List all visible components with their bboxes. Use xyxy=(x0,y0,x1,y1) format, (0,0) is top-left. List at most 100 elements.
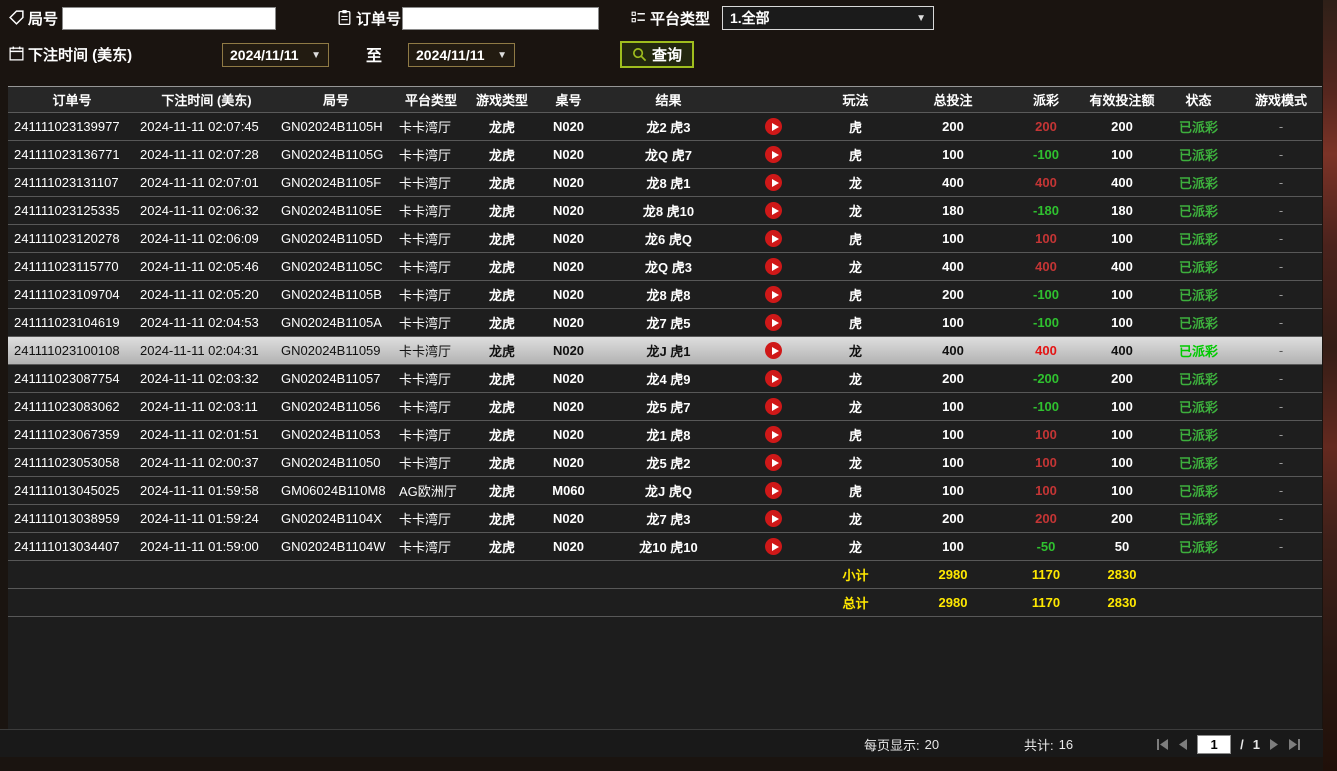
play-video-icon[interactable] xyxy=(765,398,782,415)
cell-game-mode: - xyxy=(1240,343,1322,358)
play-video-icon[interactable] xyxy=(765,370,782,387)
last-page-button[interactable] xyxy=(1288,739,1301,750)
table-row[interactable]: 241111023136771 2024-11-11 02:07:28 GN02… xyxy=(8,141,1322,169)
cell-game-type: 龙虎 xyxy=(467,257,537,276)
cell-valid-bet: 200 xyxy=(1087,371,1157,386)
table-row[interactable]: 241111023120278 2024-11-11 02:06:09 GN02… xyxy=(8,225,1322,253)
order-input[interactable] xyxy=(402,7,599,30)
cell-bet-time: 2024-11-11 01:59:24 xyxy=(136,511,277,526)
subtotal-payout: 1170 xyxy=(1005,567,1087,582)
round-label: 局号 xyxy=(28,8,58,29)
cell-platform: 卡卡湾厅 xyxy=(395,425,467,444)
col-header-payout: 派彩 xyxy=(1005,90,1087,109)
play-video-icon[interactable] xyxy=(765,314,782,331)
table-row[interactable]: 241111023104619 2024-11-11 02:04:53 GN02… xyxy=(8,309,1322,337)
cell-round-id: GN02024B1105D xyxy=(277,231,395,246)
play-video-icon[interactable] xyxy=(765,146,782,163)
cell-table-no: N020 xyxy=(537,259,600,274)
cell-payout: 100 xyxy=(1005,483,1087,498)
table-row[interactable]: 241111023067359 2024-11-11 02:01:51 GN02… xyxy=(8,421,1322,449)
cell-status: 已派彩 xyxy=(1157,425,1240,444)
table-row[interactable]: 241111013038959 2024-11-11 01:59:24 GN02… xyxy=(8,505,1322,533)
cell-total-bet: 400 xyxy=(901,175,1005,190)
table-row[interactable]: 241111023087754 2024-11-11 02:03:32 GN02… xyxy=(8,365,1322,393)
cell-total-bet: 100 xyxy=(901,539,1005,554)
cell-result: 龙1 虎8 xyxy=(600,425,737,444)
table-row[interactable]: 241111023053058 2024-11-11 02:00:37 GN02… xyxy=(8,449,1322,477)
table-row[interactable]: 241111023109704 2024-11-11 02:05:20 GN02… xyxy=(8,281,1322,309)
table-row[interactable]: 241111023083062 2024-11-11 02:03:11 GN02… xyxy=(8,393,1322,421)
query-button-label: 查询 xyxy=(652,44,682,65)
play-video-icon[interactable] xyxy=(765,482,782,499)
play-video-icon[interactable] xyxy=(765,230,782,247)
table-row[interactable]: 241111023139977 2024-11-11 02:07:45 GN02… xyxy=(8,113,1322,141)
cell-video xyxy=(737,370,810,387)
cell-result: 龙J 虎1 xyxy=(600,341,737,360)
cell-play: 虎 xyxy=(810,481,901,500)
cell-game-mode: - xyxy=(1240,119,1322,134)
cell-payout: 400 xyxy=(1005,175,1087,190)
table-row[interactable]: 241111013045025 2024-11-11 01:59:58 GM06… xyxy=(8,477,1322,505)
cell-valid-bet: 100 xyxy=(1087,315,1157,330)
total-row: 总计 2980 1170 2830 xyxy=(8,589,1322,617)
col-header-game-type: 游戏类型 xyxy=(467,90,537,109)
cell-game-type: 龙虎 xyxy=(467,341,537,360)
cell-valid-bet: 100 xyxy=(1087,147,1157,162)
cell-payout: -180 xyxy=(1005,203,1087,218)
cell-total-bet: 200 xyxy=(901,511,1005,526)
cell-valid-bet: 100 xyxy=(1087,455,1157,470)
query-button[interactable]: 查询 xyxy=(620,41,694,68)
play-video-icon[interactable] xyxy=(765,202,782,219)
cell-game-type: 龙虎 xyxy=(467,229,537,248)
subtotal-bet: 2980 xyxy=(901,567,1005,582)
date-to-select[interactable]: 2024/11/11 ▼ xyxy=(408,43,515,67)
play-video-icon[interactable] xyxy=(765,118,782,135)
round-input[interactable] xyxy=(62,7,276,30)
prev-page-button[interactable] xyxy=(1178,739,1188,750)
table-row[interactable]: 241111013034407 2024-11-11 01:59:00 GN02… xyxy=(8,533,1322,561)
cell-play: 龙 xyxy=(810,397,901,416)
play-video-icon[interactable] xyxy=(765,258,782,275)
date-from-select[interactable]: 2024/11/11 ▼ xyxy=(222,43,329,67)
cell-valid-bet: 400 xyxy=(1087,343,1157,358)
table-row[interactable]: 241111023131107 2024-11-11 02:07:01 GN02… xyxy=(8,169,1322,197)
next-page-button[interactable] xyxy=(1269,739,1279,750)
first-page-button[interactable] xyxy=(1156,739,1169,750)
pager-controls: 1 / 1 xyxy=(1156,730,1301,758)
cell-valid-bet: 50 xyxy=(1087,539,1157,554)
cell-game-mode: - xyxy=(1240,231,1322,246)
play-video-icon[interactable] xyxy=(765,510,782,527)
cell-game-mode: - xyxy=(1240,511,1322,526)
list-icon xyxy=(630,9,647,26)
cell-round-id: GN02024B1105G xyxy=(277,147,395,162)
table-row[interactable]: 241111023100108 2024-11-11 02:04:31 GN02… xyxy=(8,337,1322,365)
cell-video xyxy=(737,538,810,555)
filter-toolbar: 局号 订单号 平台类型 1.全部 ▼ 下注时间 (美东) 2024/11/11 … xyxy=(0,0,1323,86)
table-row[interactable]: 241111023115770 2024-11-11 02:05:46 GN02… xyxy=(8,253,1322,281)
play-video-icon[interactable] xyxy=(765,286,782,303)
play-video-icon[interactable] xyxy=(765,174,782,191)
platform-label: 平台类型 xyxy=(650,8,710,29)
per-page-value: 20 xyxy=(925,737,939,752)
cell-play: 龙 xyxy=(810,341,901,360)
cell-game-type: 龙虎 xyxy=(467,397,537,416)
play-video-icon[interactable] xyxy=(765,342,782,359)
bet-records-window: 局号 订单号 平台类型 1.全部 ▼ 下注时间 (美东) 2024/11/11 … xyxy=(0,0,1337,771)
play-video-icon[interactable] xyxy=(765,538,782,555)
cell-video xyxy=(737,398,810,415)
cell-round-id: GN02024B1105B xyxy=(277,287,395,302)
cell-game-mode: - xyxy=(1240,175,1322,190)
play-video-icon[interactable] xyxy=(765,426,782,443)
cell-result: 龙J 虎Q xyxy=(600,481,737,500)
record-count-info: 共计: 16 xyxy=(1024,730,1073,758)
platform-select[interactable]: 1.全部 ▼ xyxy=(722,6,934,30)
play-video-icon[interactable] xyxy=(765,454,782,471)
cell-round-id: GN02024B1104W xyxy=(277,539,395,554)
cell-valid-bet: 200 xyxy=(1087,119,1157,134)
cell-game-type: 龙虎 xyxy=(467,313,537,332)
cell-total-bet: 180 xyxy=(901,203,1005,218)
cell-bet-time: 2024-11-11 02:05:46 xyxy=(136,259,277,274)
cell-result: 龙8 虎8 xyxy=(600,285,737,304)
page-number-input[interactable]: 1 xyxy=(1197,735,1231,754)
table-row[interactable]: 241111023125335 2024-11-11 02:06:32 GN02… xyxy=(8,197,1322,225)
